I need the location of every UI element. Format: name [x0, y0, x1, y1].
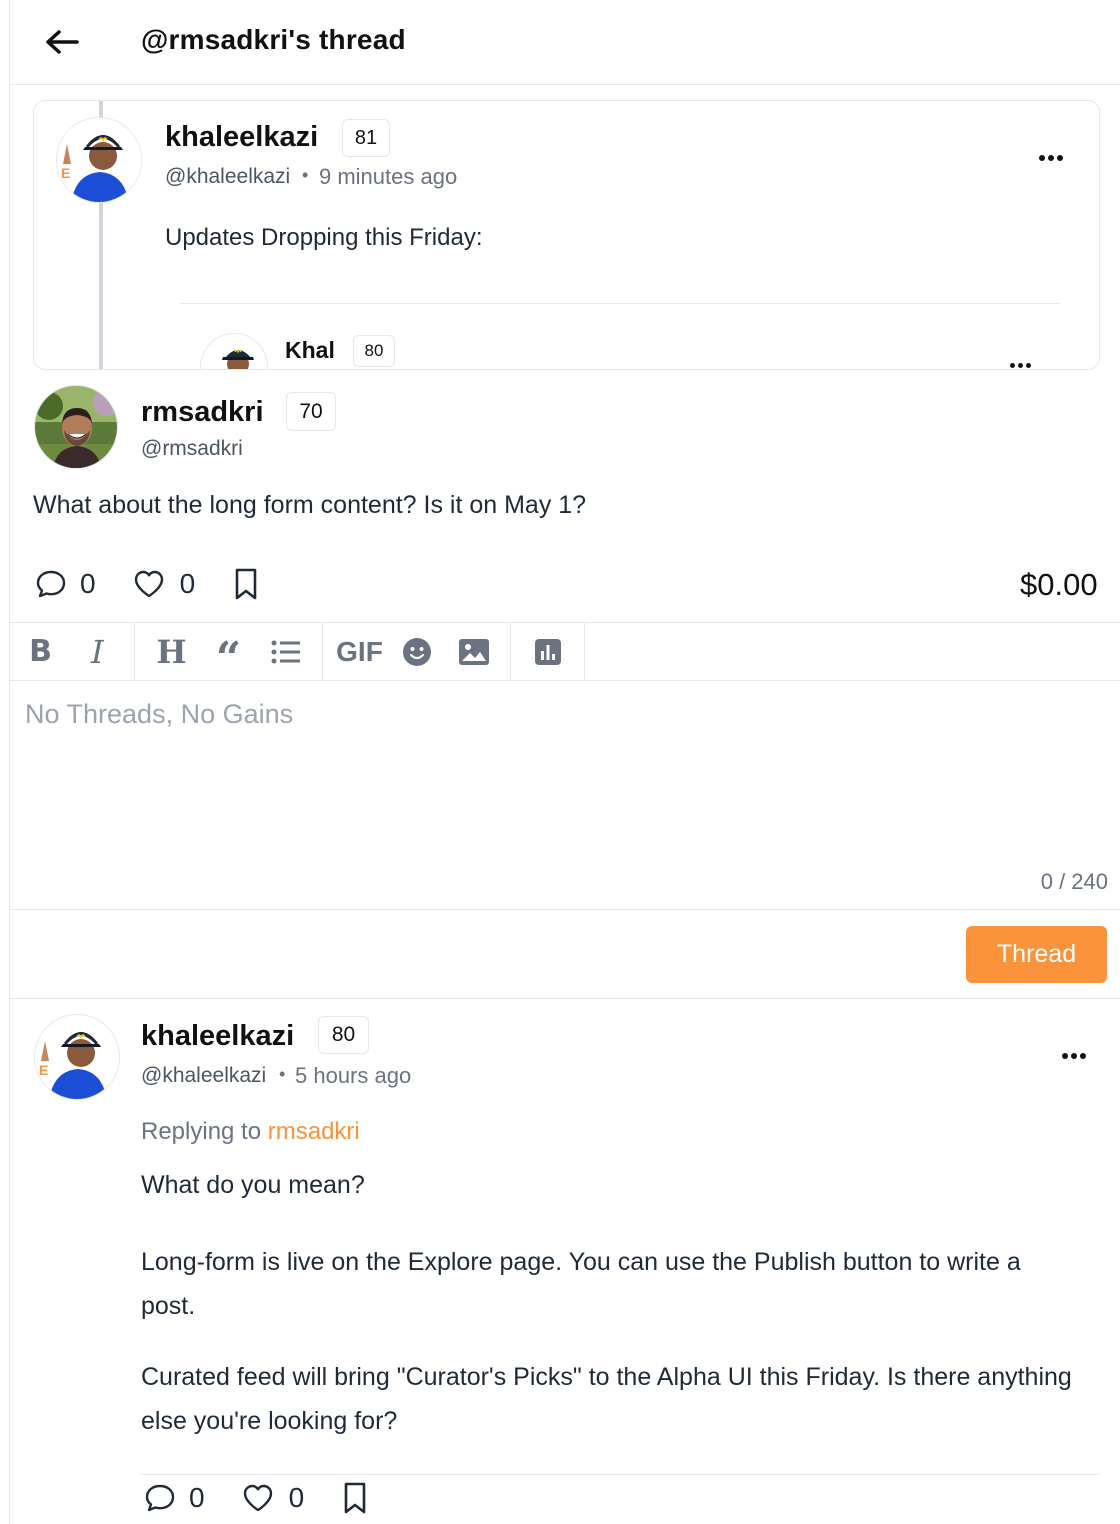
- separator-dot: •: [279, 1064, 286, 1084]
- toolbar-group-block: H “: [135, 623, 323, 680]
- italic-button[interactable]: I: [69, 623, 126, 680]
- author-name[interactable]: khaleelkazi: [141, 1020, 294, 1053]
- reply-paragraph: What do you mean?: [141, 1171, 365, 1199]
- comment-icon: [36, 570, 66, 598]
- heart-icon: [134, 570, 163, 598]
- more-options-button[interactable]: [1010, 363, 1031, 368]
- replying-label: Replying to: [141, 1118, 268, 1145]
- more-options-button[interactable]: [1062, 1053, 1086, 1059]
- bookmark-icon: [344, 1482, 366, 1514]
- comment-count: 0: [189, 1482, 205, 1513]
- post-actions: 0 0: [34, 566, 261, 602]
- reputation-badge: 81: [342, 119, 390, 157]
- like-button[interactable]: 0: [132, 567, 196, 601]
- toolbar-group-poll: [511, 623, 585, 680]
- character-counter: 0 / 240: [1040, 869, 1108, 894]
- bookmark-button[interactable]: [340, 1480, 370, 1516]
- replying-to: Replying to rmsadkri: [141, 1118, 360, 1146]
- editor-toolbar: B I H “ GIF: [10, 622, 1120, 681]
- emoji-icon: [402, 637, 431, 666]
- bookmark-icon: [235, 568, 257, 600]
- bold-icon: B: [29, 634, 52, 669]
- avatar[interactable]: [200, 333, 268, 369]
- author-name[interactable]: rmsadkri: [141, 396, 264, 429]
- reputation-badge: 80: [353, 335, 395, 367]
- heading-button[interactable]: H: [143, 623, 200, 680]
- author-handle[interactable]: @rmsadkri: [141, 437, 243, 461]
- post-body: Updates Dropping this Friday:: [165, 224, 483, 251]
- image-icon: [458, 638, 489, 665]
- parent-post-card[interactable]: E khaleelkazi 81 @khaleelkazi • 9 minute…: [33, 100, 1100, 370]
- comment-icon: [145, 1484, 175, 1512]
- separator-dot: •: [302, 165, 309, 185]
- avatar[interactable]: E: [34, 1014, 120, 1100]
- svg-text:E: E: [61, 165, 70, 181]
- comment-button[interactable]: 0: [143, 1481, 205, 1515]
- quote-button[interactable]: “: [200, 623, 257, 680]
- author-name[interactable]: khaleelkazi: [165, 121, 318, 154]
- gif-button[interactable]: GIF: [331, 623, 388, 680]
- italic-icon: I: [91, 632, 104, 671]
- poll-icon: [534, 638, 561, 665]
- back-button[interactable]: [40, 22, 84, 62]
- bookmark-button[interactable]: [231, 566, 261, 602]
- replying-to-link[interactable]: rmsadkri: [268, 1118, 360, 1145]
- toolbar-group-media: GIF: [323, 623, 511, 680]
- avatar[interactable]: [34, 385, 118, 469]
- svg-text:E: E: [39, 1062, 48, 1078]
- submit-row: Thread: [10, 910, 1120, 999]
- reputation-badge: 80: [318, 1016, 369, 1054]
- more-dots-icon: [1010, 363, 1015, 368]
- avatar[interactable]: E: [56, 117, 142, 203]
- post-body: What about the long form content? Is it …: [33, 491, 587, 519]
- list-icon: [271, 640, 300, 663]
- post-timestamp[interactable]: 9 minutes ago: [319, 164, 457, 190]
- reputation-badge: 70: [286, 392, 336, 431]
- more-dots-icon: [1039, 155, 1045, 161]
- heading-icon: H: [156, 632, 187, 671]
- more-options-button[interactable]: [1039, 155, 1063, 161]
- thread-page: @rmsadkri's thread E khaleelkazi 81 @kha…: [9, 0, 1120, 1524]
- more-dots-icon: [1062, 1053, 1068, 1059]
- image-button[interactable]: [445, 623, 502, 680]
- list-button[interactable]: [257, 623, 314, 680]
- divider: [180, 303, 1060, 304]
- bold-button[interactable]: B: [12, 623, 69, 680]
- arrow-left-icon: [46, 30, 79, 54]
- like-button[interactable]: 0: [241, 1481, 305, 1515]
- poll-button[interactable]: [519, 623, 576, 680]
- comment-count: 0: [80, 568, 96, 599]
- quote-icon: “: [215, 632, 242, 684]
- gif-icon: GIF: [336, 635, 383, 667]
- heart-icon: [243, 1484, 272, 1512]
- author-handle[interactable]: @khaleelkazi: [141, 1064, 266, 1088]
- nested-author-name[interactable]: Khal: [285, 337, 335, 364]
- like-count: 0: [288, 1482, 305, 1513]
- reply-paragraph: Long-form is live on the Explore page. Y…: [141, 1248, 1021, 1320]
- post-actions: 0 0: [143, 1480, 370, 1516]
- like-count: 0: [179, 568, 196, 599]
- thread-header: @rmsadkri's thread: [10, 0, 1120, 85]
- reply-paragraph: Curated feed will bring "Curator's Picks…: [141, 1363, 1072, 1435]
- emoji-button[interactable]: [388, 623, 445, 680]
- reply-editor: 0 / 240: [10, 681, 1120, 910]
- divider: [141, 1474, 1099, 1475]
- comment-button[interactable]: 0: [34, 567, 96, 601]
- thread-submit-button[interactable]: Thread: [966, 926, 1107, 983]
- post-timestamp[interactable]: 5 hours ago: [295, 1063, 411, 1089]
- author-handle[interactable]: @khaleelkazi: [165, 165, 290, 189]
- tip-amount: $0.00: [1020, 567, 1098, 602]
- page-title: @rmsadkri's thread: [141, 24, 406, 55]
- toolbar-group-format: B I: [10, 623, 135, 680]
- reply-input[interactable]: [25, 699, 1085, 849]
